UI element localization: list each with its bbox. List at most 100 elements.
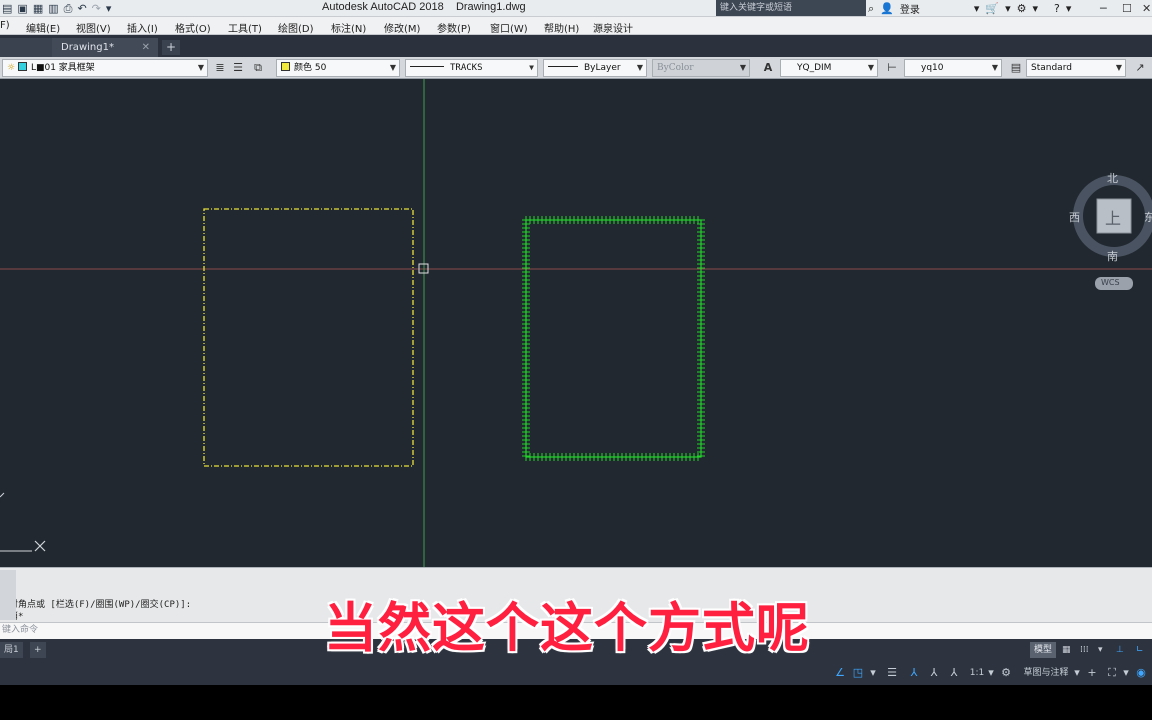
- ortho-icon[interactable]: ⊥: [1112, 642, 1128, 658]
- chevron-down-icon: ▼: [1115, 63, 1122, 72]
- menu-item-file[interactable]: F): [0, 20, 10, 31]
- menu-item-view[interactable]: 视图(V): [76, 20, 111, 35]
- isodraft-icon[interactable]: ∠: [832, 665, 848, 681]
- chevron-down-icon: ▼: [739, 63, 746, 72]
- a360-dropdown-icon[interactable]: ▾: [1033, 2, 1039, 15]
- compass-south[interactable]: 南: [1107, 248, 1118, 264]
- login-dropdown-icon[interactable]: ▾: [974, 2, 980, 15]
- dimstyle-combo[interactable]: YQ_DIM ▼: [780, 59, 878, 77]
- polar-icon[interactable]: ∟: [1132, 642, 1148, 658]
- search-input[interactable]: 键入关键字或短语: [716, 0, 866, 16]
- workspace-dropdown-icon[interactable]: ▾: [1072, 665, 1082, 681]
- close-window-button[interactable]: ✕: [1142, 0, 1151, 17]
- menu-item-insert[interactable]: 插入(I): [127, 20, 158, 35]
- binoculars-icon[interactable]: ⌕: [868, 2, 874, 16]
- menu-item-modify[interactable]: 修改(M): [384, 20, 420, 35]
- history-scrollbar[interactable]: [0, 570, 16, 620]
- login-link[interactable]: 登录: [900, 1, 920, 16]
- auto-scale-icon[interactable]: ⅄: [946, 665, 962, 681]
- osnap-dropdown-icon[interactable]: ▾: [868, 665, 878, 681]
- model-space-button[interactable]: 模型: [1030, 642, 1057, 658]
- linetype-value: TRACKS: [450, 63, 483, 73]
- annotation-visibility-icon[interactable]: ⅄: [926, 665, 942, 681]
- workspace-gear-icon[interactable]: ⚙: [998, 665, 1014, 681]
- lineweight-preview: [548, 66, 578, 67]
- color-combo[interactable]: 颜色 50 ▼: [276, 59, 400, 77]
- drawing-canvas[interactable]: 北 南 西 东 上 WCS: [0, 79, 1152, 567]
- units-icon[interactable]: ⛶: [1104, 665, 1120, 681]
- tab-drawing1[interactable]: Drawing1* ✕: [52, 38, 158, 57]
- tab-close-icon[interactable]: ✕: [142, 38, 150, 57]
- ucs-menu[interactable]: WCS: [1101, 278, 1120, 287]
- menu-item-edit[interactable]: 编辑(E): [26, 20, 60, 35]
- text-style-icon[interactable]: A: [760, 60, 776, 76]
- table-style-icon[interactable]: ▤: [1008, 60, 1024, 76]
- dynamic-ucs-icon[interactable]: ⅄: [906, 665, 922, 681]
- layer-match-icon[interactable]: ☰: [230, 60, 246, 76]
- green-rectangle[interactable]: [522, 216, 705, 461]
- window-title: Autodesk AutoCAD 2018 Drawing1.dwg: [322, 1, 526, 13]
- menu-item-parametric[interactable]: 参数(P): [437, 20, 471, 35]
- user-icon[interactable]: 👤: [880, 2, 894, 15]
- save-icon[interactable]: ▣: [17, 0, 27, 17]
- save-as-icon[interactable]: ▦: [33, 0, 43, 17]
- open-icon[interactable]: ▥: [48, 0, 58, 17]
- cart-dropdown-icon[interactable]: ▾: [1005, 2, 1011, 15]
- print-icon[interactable]: ⎙: [64, 0, 73, 17]
- snap-icon[interactable]: ⁞⁞⁞: [1076, 642, 1093, 658]
- undo-icon[interactable]: ↶: [77, 0, 86, 17]
- menu-browser-icon[interactable]: ▤: [2, 0, 12, 17]
- yellow-rectangle[interactable]: [203, 208, 414, 467]
- maximize-button[interactable]: ☐: [1122, 0, 1132, 17]
- menu-item-help[interactable]: 帮助(H): [544, 20, 579, 35]
- compass-west[interactable]: 西: [1069, 209, 1080, 225]
- snap-dropdown-icon[interactable]: ▾: [1094, 642, 1107, 658]
- dim-style-icon[interactable]: ⊢: [884, 60, 900, 76]
- annotation-scale[interactable]: 1:1: [966, 665, 988, 681]
- add-layout-button[interactable]: +: [30, 642, 46, 658]
- lineweight-combo[interactable]: ByLayer ▼: [543, 59, 647, 77]
- linetype-combo[interactable]: TRACKS ▼: [405, 59, 538, 77]
- object-snap-icon[interactable]: ◳: [850, 665, 866, 681]
- model-space[interactable]: [0, 79, 1152, 567]
- menu-item-format[interactable]: 格式(O): [175, 20, 211, 35]
- quick-properties-icon[interactable]: ▾: [1120, 665, 1132, 681]
- multileader-style-icon[interactable]: ↗: [1132, 60, 1148, 76]
- viewcube-top-face[interactable]: 上: [1105, 205, 1121, 229]
- menu-item-dimension[interactable]: 标注(N): [331, 20, 366, 35]
- isolate-objects-icon[interactable]: ◉: [1132, 665, 1150, 681]
- help-icon[interactable]: ?: [1054, 2, 1060, 15]
- compass-east[interactable]: 东: [1144, 209, 1152, 225]
- grid-icon[interactable]: ▦: [1058, 642, 1075, 658]
- menu-item-yuanquan[interactable]: 源泉设计: [593, 20, 633, 35]
- new-tab-button[interactable]: +: [162, 40, 180, 55]
- a360-icon[interactable]: ⚙: [1017, 2, 1027, 15]
- qat-dropdown-icon[interactable]: ▾: [106, 0, 112, 17]
- textstyle-combo[interactable]: yq10 ▼: [904, 59, 1002, 77]
- title-bar: ▤ ▣ ▦ ▥ ⎙ ↶ ↷ ▾ Autodesk AutoCAD 2018 Dr…: [0, 0, 1152, 17]
- compass-north[interactable]: 北: [1107, 170, 1118, 186]
- chevron-down-icon: ▼: [636, 63, 643, 72]
- help-dropdown-icon[interactable]: ▾: [1066, 2, 1072, 15]
- layer-previous-icon[interactable]: ⧉: [250, 60, 266, 76]
- menu-item-window[interactable]: 窗口(W): [490, 20, 528, 35]
- menu-item-tools[interactable]: 工具(T): [228, 20, 262, 35]
- tab-start[interactable]: [0, 38, 52, 57]
- lineweight-icon[interactable]: ☰: [884, 665, 900, 681]
- quick-access-toolbar: ▤ ▣ ▦ ▥ ⎙ ↶ ↷ ▾: [0, 0, 111, 17]
- chevron-down-icon: ▼: [991, 63, 998, 72]
- layer-properties-icon[interactable]: ≣: [212, 60, 228, 76]
- tablestyle-combo[interactable]: Standard ▼: [1026, 59, 1126, 77]
- layer-combo[interactable]: ☼ L■01 家具框架 ▼: [2, 59, 208, 77]
- scale-dropdown-icon[interactable]: ▾: [986, 665, 996, 681]
- workspace-switch[interactable]: 草图与注释: [1016, 665, 1076, 681]
- tab-layout1[interactable]: 局1: [0, 642, 23, 658]
- menu-item-draw[interactable]: 绘图(D): [278, 20, 314, 35]
- minimize-button[interactable]: ─: [1100, 0, 1107, 17]
- viewcube[interactable]: 北 南 西 东 上 WCS: [1066, 169, 1152, 299]
- layer-state-icons: ☼: [7, 63, 16, 73]
- annotation-monitor-icon[interactable]: +: [1084, 665, 1100, 681]
- chevron-down-icon: ▼: [867, 63, 874, 72]
- cart-icon[interactable]: 🛒: [985, 2, 999, 15]
- redo-icon[interactable]: ↷: [92, 0, 101, 17]
